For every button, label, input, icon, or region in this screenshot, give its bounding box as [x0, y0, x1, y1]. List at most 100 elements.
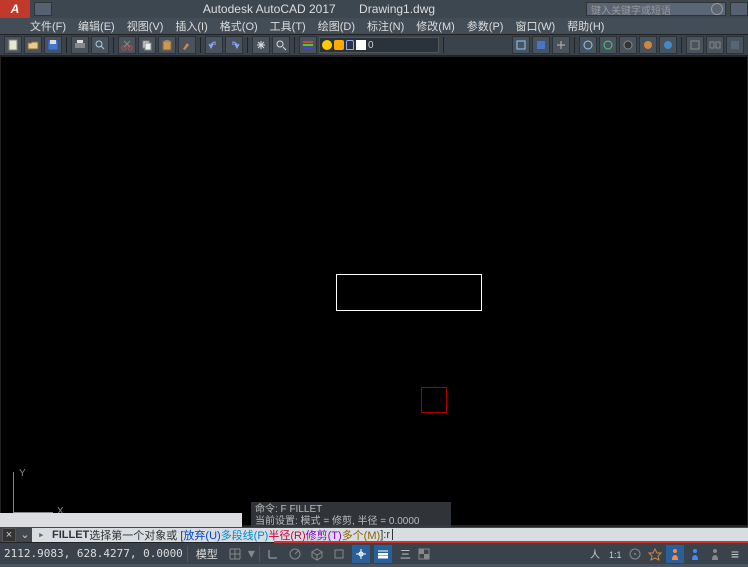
customize-button[interactable]: ≡: [726, 545, 744, 563]
zoom-button[interactable]: [272, 36, 290, 54]
menu-tools[interactable]: 工具(T): [270, 18, 306, 34]
tool-b[interactable]: [532, 36, 550, 54]
ucs-y-label: Y: [19, 468, 26, 479]
drawing-area[interactable]: Y X 命令: F FILLET 当前设置: 模式 = 修剪, 半径 = 0.0…: [0, 56, 748, 526]
menu-draw[interactable]: 绘图(D): [318, 18, 355, 34]
infocenter-search[interactable]: 键入关键字或短语: [586, 2, 726, 16]
lwt-button[interactable]: [374, 545, 392, 563]
ortho-button[interactable]: [264, 545, 282, 563]
isodraft-button[interactable]: [308, 545, 326, 563]
open-button[interactable]: [24, 36, 42, 54]
status-bar: 2112.9083, 628.4277, 0.0000 模型 ▾ 三 人 1:1…: [0, 542, 748, 564]
svg-text:人: 人: [590, 549, 600, 561]
drawing-rectangle-white: [336, 274, 482, 311]
search-icon: [711, 3, 723, 15]
separator: [247, 37, 248, 53]
osnap-button[interactable]: [330, 545, 348, 563]
tool-c[interactable]: [552, 36, 570, 54]
title-text: Autodesk AutoCAD 2017 Drawing1.dwg: [52, 2, 586, 16]
undo-button[interactable]: [205, 36, 223, 54]
qat-dropdown[interactable]: [34, 2, 52, 16]
match-button[interactable]: [178, 36, 196, 54]
iso-mode[interactable]: 三: [400, 546, 411, 562]
grid-dropdown[interactable]: ▾: [248, 545, 255, 562]
history-line: 命令: F FILLET: [255, 504, 447, 516]
ucs-y-axis: [13, 472, 14, 512]
cmd-name: FILLET: [52, 529, 89, 541]
menu-bar: 文件(F) 编辑(E) 视图(V) 插入(I) 格式(O) 工具(T) 绘图(D…: [0, 18, 748, 34]
cmdline-expand-icon[interactable]: ⌄: [18, 528, 32, 542]
layer-on-icon: [322, 40, 332, 50]
polar-button[interactable]: [286, 545, 304, 563]
window-minimize[interactable]: [730, 2, 748, 16]
cmd-caret: [392, 529, 393, 540]
separator: [187, 546, 188, 562]
tool-h[interactable]: [659, 36, 677, 54]
aa-button[interactable]: 1:1: [606, 545, 624, 563]
cmd-opt-undo[interactable]: 放弃(U): [183, 527, 220, 543]
tool-j[interactable]: [706, 36, 724, 54]
model-label[interactable]: 模型: [192, 546, 222, 562]
tool-g[interactable]: [639, 36, 657, 54]
separator: [681, 37, 682, 53]
command-input[interactable]: FILLET 选择第一个对象或 [ 放弃(U) 多段线(P) 半径(R) 修剪(…: [32, 528, 748, 542]
app-name: Autodesk AutoCAD 2017: [203, 2, 336, 16]
menu-window[interactable]: 窗口(W): [515, 18, 555, 34]
print-button[interactable]: [71, 36, 89, 54]
menu-modify[interactable]: 修改(M): [416, 18, 455, 34]
copy-button[interactable]: [138, 36, 156, 54]
cmd-underline: [274, 541, 748, 543]
menu-insert[interactable]: 插入(I): [175, 18, 207, 34]
cut-button[interactable]: [118, 36, 136, 54]
tool-d[interactable]: [579, 36, 597, 54]
new-button[interactable]: [4, 36, 22, 54]
separator: [200, 37, 201, 53]
svg-text:1:1: 1:1: [609, 550, 622, 560]
paste-button[interactable]: [158, 36, 176, 54]
menu-format[interactable]: 格式(O): [220, 18, 258, 34]
app-logo[interactable]: A: [0, 0, 30, 18]
scrollbar-horizontal[interactable]: [0, 513, 242, 527]
person-b-button[interactable]: [686, 545, 704, 563]
separator: [443, 37, 444, 53]
tool-e[interactable]: [599, 36, 617, 54]
menu-edit[interactable]: 编辑(E): [78, 18, 115, 34]
cmd-opt-poly[interactable]: 多段线(P): [221, 527, 269, 543]
quick-access-toolbar: [34, 2, 52, 16]
menu-view[interactable]: 视图(V): [127, 18, 164, 34]
layer-name: 0: [368, 40, 374, 51]
tool-f[interactable]: [619, 36, 637, 54]
annotation-auto-button[interactable]: [646, 545, 664, 563]
tool-k[interactable]: [726, 36, 744, 54]
standard-toolbar: 0: [0, 34, 748, 56]
transparency-button[interactable]: [415, 545, 433, 563]
cmdline-close-button[interactable]: ×: [2, 528, 16, 542]
save-button[interactable]: [44, 36, 62, 54]
tool-i[interactable]: [686, 36, 704, 54]
layer-dropdown[interactable]: 0: [319, 37, 439, 53]
cmd-typed: r: [386, 529, 390, 541]
separator: [66, 37, 67, 53]
menu-help[interactable]: 帮助(H): [567, 18, 604, 34]
preview-button[interactable]: [91, 36, 109, 54]
coordinates[interactable]: 2112.9083, 628.4277, 0.0000: [4, 547, 183, 560]
layer-thaw-icon: [334, 40, 344, 50]
layer-manager-button[interactable]: [299, 36, 317, 54]
person-c-button[interactable]: [706, 545, 724, 563]
menu-dimension[interactable]: 标注(N): [367, 18, 404, 34]
pan-button[interactable]: [252, 36, 270, 54]
tool-a[interactable]: [512, 36, 530, 54]
menu-parametric[interactable]: 参数(P): [467, 18, 504, 34]
menu-file[interactable]: 文件(F): [30, 18, 66, 34]
otrack-button[interactable]: [352, 545, 370, 563]
grid-button[interactable]: [226, 545, 244, 563]
separator: [294, 37, 295, 53]
title-bar: A Autodesk AutoCAD 2017 Drawing1.dwg 键入关…: [0, 0, 748, 18]
annotation-scale[interactable]: 人: [586, 545, 604, 563]
redo-button[interactable]: [225, 36, 243, 54]
drawing-rectangle-red: [421, 387, 447, 413]
person-a-button[interactable]: [666, 545, 684, 563]
search-placeholder: 键入关键字或短语: [591, 2, 671, 17]
cmd-prompt-pre: 选择第一个对象或 [: [89, 527, 183, 543]
workspace-button[interactable]: [626, 545, 644, 563]
